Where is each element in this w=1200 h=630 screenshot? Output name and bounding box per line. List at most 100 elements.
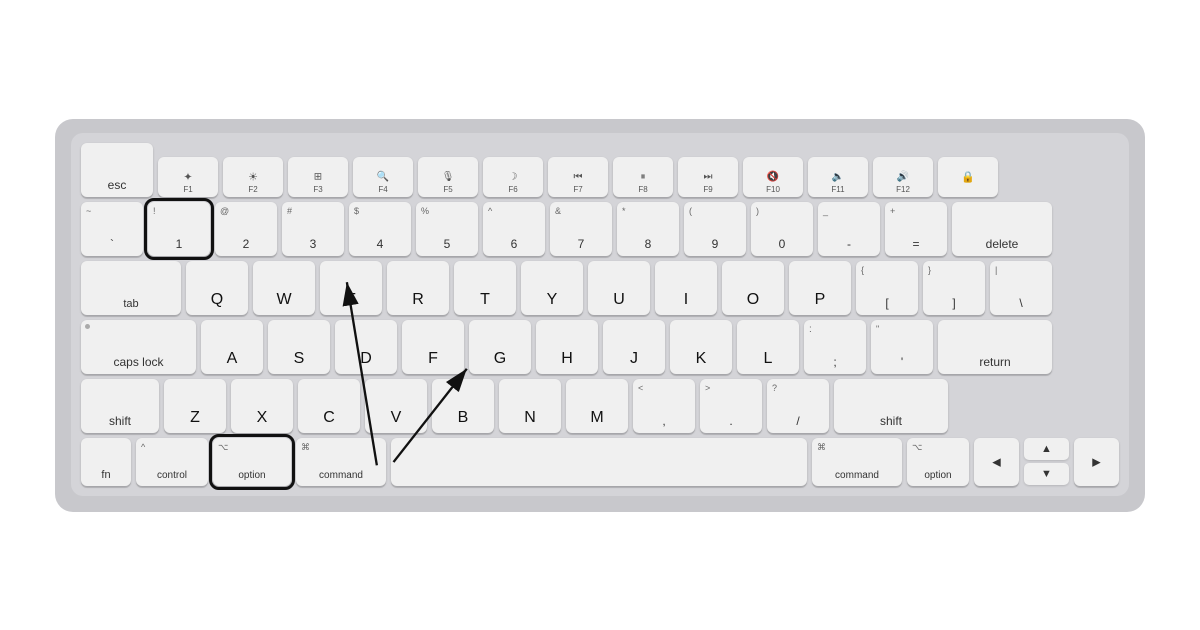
key-backtick-label: ` — [110, 237, 114, 251]
key-option-right[interactable]: ⌥ option — [907, 438, 969, 486]
key-period-top: > — [705, 383, 710, 393]
key-option-left[interactable]: ⌥ option — [213, 438, 291, 486]
key-esc-label: esc — [108, 178, 127, 192]
key-0-label: 0 — [779, 237, 786, 251]
key-left-arrow[interactable]: ◀ — [974, 438, 1019, 486]
key-slash-top: ? — [772, 383, 777, 393]
key-delete-label: delete — [986, 237, 1019, 251]
key-l[interactable]: L — [737, 320, 799, 374]
key-backslash[interactable]: | \ — [990, 261, 1052, 315]
key-k[interactable]: K — [670, 320, 732, 374]
key-f6[interactable]: ☽ F6 — [483, 157, 543, 197]
key-y[interactable]: Y — [521, 261, 583, 315]
key-f11[interactable]: 🔈 F11 — [808, 157, 868, 197]
key-w[interactable]: W — [253, 261, 315, 315]
key-o[interactable]: O — [722, 261, 784, 315]
key-f6-icon: ☽ — [509, 171, 518, 182]
key-f4-icon: 🔍 — [377, 171, 389, 182]
key-shift-right[interactable]: shift — [834, 379, 948, 433]
key-f3-label: F3 — [313, 185, 322, 194]
key-tab[interactable]: tab — [81, 261, 181, 315]
key-s[interactable]: S — [268, 320, 330, 374]
key-quote[interactable]: " ' — [871, 320, 933, 374]
key-period[interactable]: > . — [700, 379, 762, 433]
key-f8[interactable]: ⏸ F8 — [613, 157, 673, 197]
key-x[interactable]: X — [231, 379, 293, 433]
key-1[interactable]: ! 1 — [148, 202, 210, 256]
key-return[interactable]: return — [938, 320, 1052, 374]
key-command-right[interactable]: ⌘ command — [812, 438, 902, 486]
key-f7[interactable]: ⏮ F7 — [548, 157, 608, 197]
key-h[interactable]: H — [536, 320, 598, 374]
key-q[interactable]: Q — [186, 261, 248, 315]
key-9[interactable]: ( 9 — [684, 202, 746, 256]
key-delete[interactable]: delete — [952, 202, 1052, 256]
key-right-arrow[interactable]: ▶ — [1074, 438, 1119, 486]
key-minus[interactable]: _ - — [818, 202, 880, 256]
key-f1[interactable]: ✦ F1 — [158, 157, 218, 197]
key-equals[interactable]: + = — [885, 202, 947, 256]
key-8[interactable]: * 8 — [617, 202, 679, 256]
key-down-arrow[interactable]: ▼ — [1024, 463, 1069, 485]
key-a[interactable]: A — [201, 320, 263, 374]
key-shift-left[interactable]: shift — [81, 379, 159, 433]
key-f10[interactable]: 🔇 F10 — [743, 157, 803, 197]
key-v[interactable]: V — [365, 379, 427, 433]
key-6[interactable]: ^ 6 — [483, 202, 545, 256]
key-comma-top: < — [638, 383, 643, 393]
key-f[interactable]: F — [402, 320, 464, 374]
key-e[interactable]: E — [320, 261, 382, 315]
key-f3[interactable]: ⊞ F3 — [288, 157, 348, 197]
key-rbracket[interactable]: } ] — [923, 261, 985, 315]
key-7-label: 7 — [578, 237, 585, 251]
key-f9[interactable]: ⏭ F9 — [678, 157, 738, 197]
key-fn[interactable]: fn — [81, 438, 131, 486]
key-tab-label: tab — [123, 298, 138, 310]
key-space[interactable] — [391, 438, 807, 486]
key-g[interactable]: G — [469, 320, 531, 374]
key-f7-icon: ⏮ — [574, 171, 583, 182]
key-u[interactable]: U — [588, 261, 650, 315]
key-p[interactable]: P — [789, 261, 851, 315]
key-quote-top: " — [876, 324, 879, 334]
key-backslash-top: | — [995, 265, 997, 275]
key-d[interactable]: D — [335, 320, 397, 374]
key-j[interactable]: J — [603, 320, 665, 374]
key-t-label: T — [480, 291, 490, 309]
key-semicolon[interactable]: : ; — [804, 320, 866, 374]
key-lbracket[interactable]: { [ — [856, 261, 918, 315]
key-t[interactable]: T — [454, 261, 516, 315]
key-capslock[interactable]: caps lock — [81, 320, 196, 374]
key-f2[interactable]: ☀ F2 — [223, 157, 283, 197]
key-z[interactable]: Z — [164, 379, 226, 433]
key-backtick[interactable]: ~ ` — [81, 202, 143, 256]
key-r[interactable]: R — [387, 261, 449, 315]
key-3[interactable]: # 3 — [282, 202, 344, 256]
key-4[interactable]: $ 4 — [349, 202, 411, 256]
key-f4[interactable]: 🔍 F4 — [353, 157, 413, 197]
key-5[interactable]: % 5 — [416, 202, 478, 256]
key-command-left[interactable]: ⌘ command — [296, 438, 386, 486]
key-f5[interactable]: 🎙 F5 — [418, 157, 478, 197]
key-f12[interactable]: 🔊 F12 — [873, 157, 933, 197]
key-esc[interactable]: esc — [81, 143, 153, 197]
key-lbracket-label: [ — [885, 296, 888, 310]
key-0[interactable]: ) 0 — [751, 202, 813, 256]
key-1-top: ! — [153, 206, 156, 216]
key-m[interactable]: M — [566, 379, 628, 433]
key-i[interactable]: I — [655, 261, 717, 315]
key-control[interactable]: ^ control — [136, 438, 208, 486]
key-c[interactable]: C — [298, 379, 360, 433]
key-0-top: ) — [756, 206, 759, 216]
key-up-arrow[interactable]: ▲ — [1024, 438, 1069, 460]
key-backslash-label: \ — [1019, 296, 1022, 310]
asdf-row: caps lock A S D F G H J — [81, 320, 1119, 374]
key-2[interactable]: @ 2 — [215, 202, 277, 256]
key-b[interactable]: B — [432, 379, 494, 433]
key-comma[interactable]: < , — [633, 379, 695, 433]
key-a-label: A — [227, 350, 238, 368]
key-lock[interactable]: 🔒 — [938, 157, 998, 197]
key-n[interactable]: N — [499, 379, 561, 433]
key-slash[interactable]: ? / — [767, 379, 829, 433]
key-7[interactable]: & 7 — [550, 202, 612, 256]
